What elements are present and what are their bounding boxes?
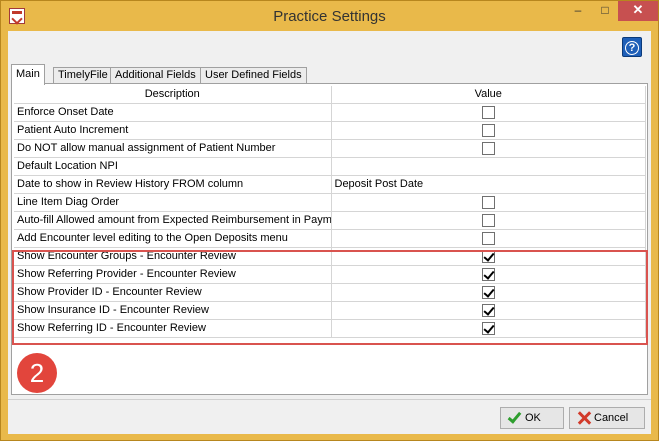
table-row[interactable]: Patient Auto Increment xyxy=(14,121,646,140)
table-row[interactable]: Show Referring ID - Encounter Review xyxy=(14,319,646,338)
column-header-description[interactable]: Description xyxy=(14,86,332,104)
ok-label: OK xyxy=(525,412,541,424)
setting-checkbox[interactable] xyxy=(481,195,495,209)
setting-checkbox[interactable] xyxy=(481,321,495,335)
maximize-button[interactable]: □ xyxy=(592,1,618,21)
setting-description: Enforce Onset Date xyxy=(14,103,332,122)
column-header-value[interactable]: Value xyxy=(331,86,646,104)
setting-checkbox[interactable] xyxy=(481,231,495,245)
setting-value-text[interactable] xyxy=(331,157,646,176)
setting-checkbox[interactable] xyxy=(481,123,495,137)
dialog-client-area: ? Main TimelyFile Additional Fields User… xyxy=(8,31,651,434)
setting-value-cell[interactable] xyxy=(331,139,646,158)
table-row[interactable]: Show Provider ID - Encounter Review xyxy=(14,283,646,302)
settings-grid: Description Value Enforce Onset Date Pati… xyxy=(14,86,646,338)
title-bar[interactable]: Practice Settings – □ ✕ xyxy=(1,1,658,31)
setting-value-cell[interactable] xyxy=(331,283,646,302)
setting-description: Show Referring Provider - Encounter Revi… xyxy=(14,265,332,284)
table-row[interactable]: Do NOT allow manual assignment of Patien… xyxy=(14,139,646,158)
setting-checkbox[interactable] xyxy=(481,267,495,281)
table-row[interactable]: Default Location NPI xyxy=(14,157,646,176)
tab-additional-fields[interactable]: Additional Fields xyxy=(110,67,201,84)
practice-settings-window: Practice Settings – □ ✕ ? Main TimelyFil… xyxy=(0,0,659,441)
setting-description: Show Provider ID - Encounter Review xyxy=(14,283,332,302)
window-title: Practice Settings xyxy=(273,8,386,25)
setting-checkbox[interactable] xyxy=(481,105,495,119)
setting-value-cell[interactable] xyxy=(331,193,646,212)
table-row[interactable]: Show Referring Provider - Encounter Revi… xyxy=(14,265,646,284)
setting-description: Auto-fill Allowed amount from Expected R… xyxy=(14,211,332,230)
help-icon: ? xyxy=(625,41,639,55)
setting-value-cell[interactable] xyxy=(331,247,646,266)
setting-description: Add Encounter level editing to the Open … xyxy=(14,229,332,248)
setting-value-cell[interactable] xyxy=(331,265,646,284)
setting-description: Do NOT allow manual assignment of Patien… xyxy=(14,139,332,158)
setting-value-cell[interactable] xyxy=(331,229,646,248)
setting-value-cell[interactable] xyxy=(331,103,646,122)
setting-value-cell[interactable] xyxy=(331,319,646,338)
setting-checkbox[interactable] xyxy=(481,303,495,317)
table-row[interactable]: Auto-fill Allowed amount from Expected R… xyxy=(14,211,646,230)
checkmark-icon xyxy=(507,409,522,424)
setting-description: Show Referring ID - Encounter Review xyxy=(14,319,332,338)
setting-description: Default Location NPI xyxy=(14,157,332,176)
table-row[interactable]: Add Encounter level editing to the Open … xyxy=(14,229,646,248)
table-row[interactable]: Show Encounter Groups - Encounter Review xyxy=(14,247,646,266)
table-row[interactable]: Date to show in Review History FROM colu… xyxy=(14,175,646,194)
cancel-label: Cancel xyxy=(594,412,629,424)
setting-checkbox[interactable] xyxy=(481,213,495,227)
footer-divider xyxy=(8,399,651,400)
setting-description: Show Insurance ID - Encounter Review xyxy=(14,301,332,320)
grid-header-row: Description Value xyxy=(14,86,646,104)
setting-value-cell[interactable] xyxy=(331,301,646,320)
help-button[interactable]: ? xyxy=(622,37,642,57)
setting-description: Patient Auto Increment xyxy=(14,121,332,140)
table-row[interactable]: Enforce Onset Date xyxy=(14,103,646,122)
x-icon xyxy=(576,410,592,426)
minimize-button[interactable]: – xyxy=(564,1,592,21)
close-button[interactable]: ✕ xyxy=(618,1,658,21)
setting-checkbox[interactable] xyxy=(481,141,495,155)
tab-timelyfile[interactable]: TimelyFile xyxy=(53,67,113,84)
setting-value-cell[interactable] xyxy=(331,121,646,140)
setting-checkbox[interactable] xyxy=(481,285,495,299)
setting-checkbox[interactable] xyxy=(481,249,495,263)
setting-description: Show Encounter Groups - Encounter Review xyxy=(14,247,332,266)
settings-panel: Description Value Enforce Onset Date Pati… xyxy=(11,83,648,395)
setting-description: Line Item Diag Order xyxy=(14,193,332,212)
tab-user-defined-fields[interactable]: User Defined Fields xyxy=(200,67,307,84)
step-number-badge: 2 xyxy=(17,353,57,393)
setting-value-text[interactable]: Deposit Post Date xyxy=(331,175,646,194)
tab-main[interactable]: Main xyxy=(11,64,45,85)
setting-value-cell[interactable] xyxy=(331,211,646,230)
table-row[interactable]: Show Insurance ID - Encounter Review xyxy=(14,301,646,320)
cancel-button[interactable]: Cancel xyxy=(569,407,645,429)
ok-button[interactable]: OK xyxy=(500,407,564,429)
setting-description: Date to show in Review History FROM colu… xyxy=(14,175,332,194)
table-row[interactable]: Line Item Diag Order xyxy=(14,193,646,212)
